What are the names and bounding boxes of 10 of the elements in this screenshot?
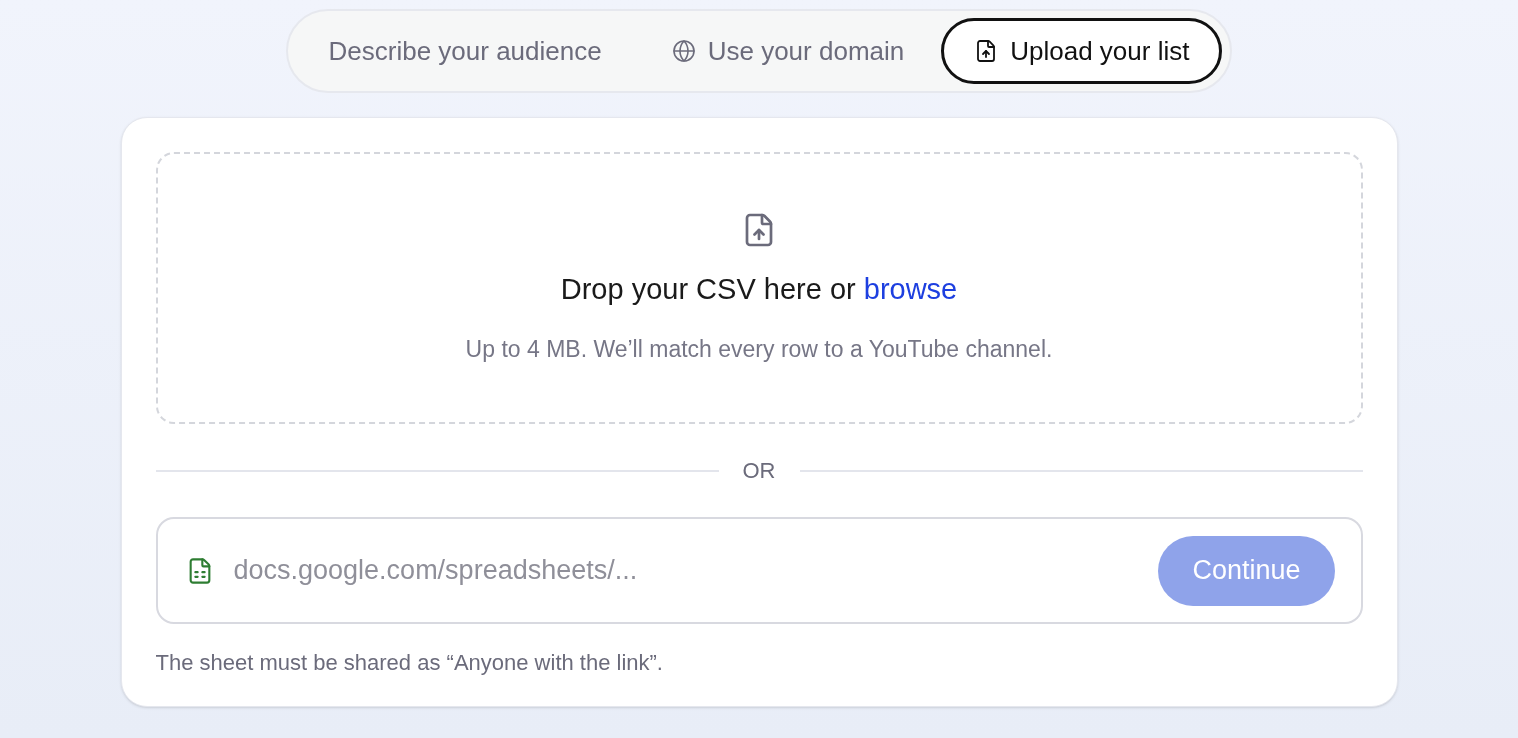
or-divider-label: OR [742,457,776,485]
tab[interactable]: Use your domain [638,18,938,84]
hint-text: The sheet must be shared as “Anyone with the link”. [155,649,664,677]
globe-icon [671,39,696,63]
drop-title: Drop your CSV here or [560,272,857,307]
tab[interactable]: Describe your audience [295,18,635,84]
drop-subtitle: Up to 4 MB. We’ll match every row to a YouTube channel. [465,334,1053,364]
tab[interactable]: Upload your list [941,18,1223,84]
drop-zone[interactable]: Drop your CSV here or browse Up to 4 MB. We’ll match every row to a YouTube channel. [155,152,1363,424]
browse-link[interactable]: browse [863,268,958,312]
